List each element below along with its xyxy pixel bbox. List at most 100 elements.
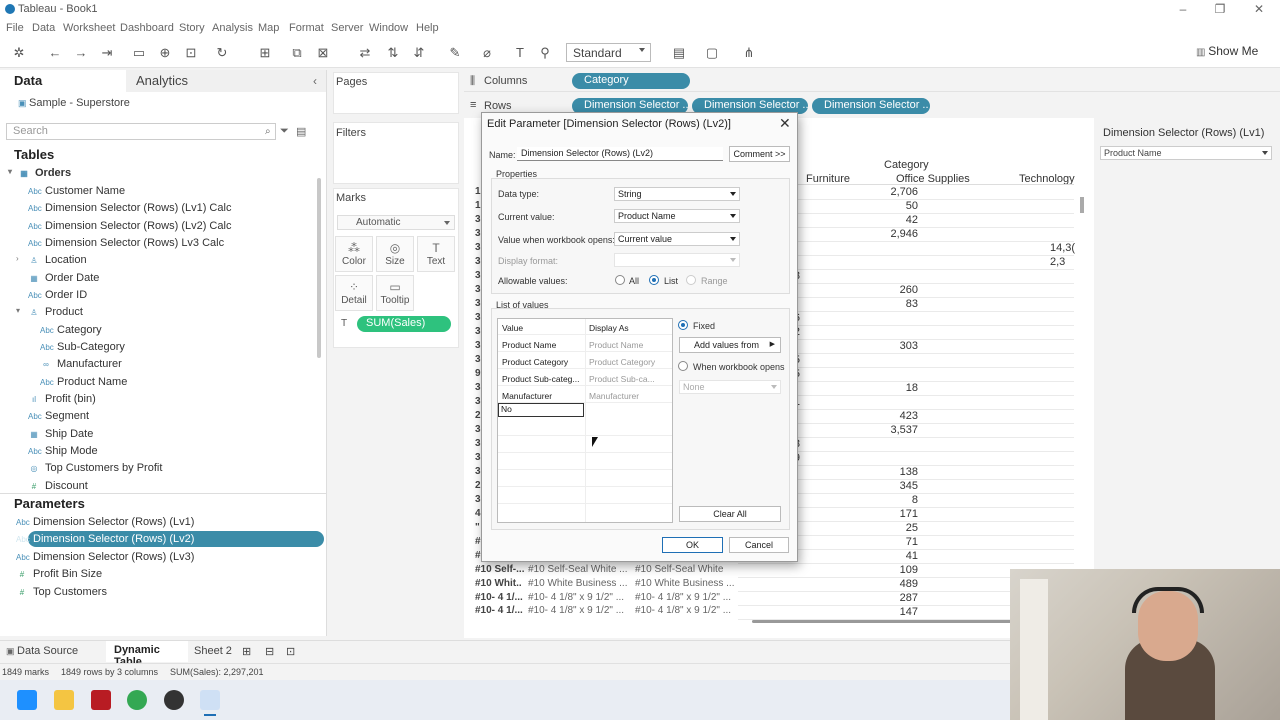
param-top-customers[interactable]: # Top Customers — [16, 586, 107, 598]
row-label[interactable]: #10- 4 1/... — [475, 605, 523, 614]
cancel-button[interactable]: Cancel — [729, 537, 789, 553]
row-header-stub[interactable]: 3 — [475, 424, 481, 435]
view-cell[interactable]: 14,3( — [1050, 242, 1094, 254]
comment-button[interactable]: Comment >> — [729, 146, 790, 162]
row-header-stub[interactable]: 3 — [475, 284, 481, 295]
data-type-dropdown[interactable]: String — [614, 187, 740, 201]
undo-icon[interactable]: ← — [48, 46, 62, 60]
view-cell[interactable]: 138 — [868, 466, 918, 478]
field-profit-bin[interactable]: ıl Profit (bin) — [28, 393, 96, 405]
parameter-control-dropdown[interactable]: Product Name — [1100, 146, 1272, 160]
view-cell[interactable]: 8 — [868, 494, 918, 506]
row-header-stub[interactable]: 3 — [475, 270, 481, 281]
new-story-tab-icon[interactable]: ⊡ — [286, 645, 295, 658]
field-location[interactable]: › ♙ Location — [16, 254, 87, 266]
collapse-arrow-icon[interactable]: ▾ — [16, 306, 20, 315]
menu-window[interactable]: Window — [369, 22, 408, 34]
view-cell[interactable]: 171 — [868, 508, 918, 520]
field-order-date[interactable]: ▦ Order Date — [28, 272, 99, 284]
rows-pill-lv3[interactable]: Dimension Selector .. — [812, 98, 930, 114]
field-product-name[interactable]: Abc Product Name — [40, 376, 127, 388]
row-header-stub[interactable]: 3 — [475, 354, 481, 365]
color-button[interactable]: ⁂ Color — [335, 236, 373, 272]
new-dashboard-tab-icon[interactable]: ⊟ — [265, 645, 274, 658]
list-item[interactable]: Product Name Product Name — [498, 336, 672, 352]
view-cell[interactable]: 18 — [868, 382, 918, 394]
sort-descending-icon[interactable]: ⇵ — [412, 46, 426, 60]
labels-icon[interactable]: T — [513, 46, 527, 60]
row-label[interactable]: #10 Self-... — [475, 564, 524, 575]
tableau-logo-icon[interactable]: ✲ — [12, 46, 26, 60]
datasource-item[interactable]: ▣ Sample - Superstore — [18, 97, 130, 109]
red-app-icon[interactable] — [91, 690, 111, 710]
menu-server[interactable]: Server — [331, 22, 363, 34]
view-cell[interactable]: 260 — [868, 284, 918, 296]
list-item-display[interactable]: Product Name — [589, 340, 643, 350]
row-header-stub[interactable]: " — [475, 522, 480, 533]
view-cell[interactable]: 25 — [868, 522, 918, 534]
row-header-stub[interactable]: 3 — [475, 438, 481, 449]
view-cell[interactable]: 50 — [868, 200, 918, 212]
row-header-stub[interactable]: 3 — [475, 298, 481, 309]
row-header-stub[interactable]: 3 — [475, 452, 481, 463]
tab-sheet-2[interactable]: Sheet 2 — [194, 645, 232, 657]
data-pane-scrollbar[interactable] — [317, 178, 321, 358]
duplicate-icon[interactable]: ⧉ — [290, 46, 304, 60]
ok-button[interactable]: OK — [662, 537, 723, 553]
view-cell[interactable]: 147 — [868, 606, 918, 618]
row-header-stub[interactable]: 2 — [475, 480, 481, 491]
menu-story[interactable]: Story — [179, 22, 205, 34]
view-cell[interactable]: 2,706 — [868, 186, 918, 198]
tab-analytics[interactable]: Analytics — [126, 70, 326, 92]
menu-map[interactable]: Map — [258, 22, 279, 34]
view-cell[interactable]: 2,3 — [1050, 256, 1094, 268]
workbook-opens-dropdown[interactable]: Current value — [614, 232, 740, 246]
list-item-value[interactable]: Product Sub-categ... — [502, 374, 580, 384]
list-item[interactable]: Manufacturer Manufacturer — [498, 387, 672, 403]
tab-data-source[interactable]: ▣ Data Source — [6, 645, 78, 657]
view-cell[interactable]: 303 — [868, 340, 918, 352]
view-cell[interactable]: 489 — [868, 578, 918, 590]
row-label[interactable]: #10 White Business ... — [635, 578, 735, 589]
new-value-input[interactable]: No — [498, 403, 584, 417]
menu-worksheet[interactable]: Worksheet — [63, 22, 115, 34]
tableau-taskbar-icon[interactable] — [200, 690, 220, 710]
row-label[interactable]: #10 Whit.. — [475, 578, 522, 589]
row-header-stub[interactable]: 3 — [475, 466, 481, 477]
size-button[interactable]: ◎ Size — [376, 236, 414, 272]
field-ship-date[interactable]: ▦ Ship Date — [28, 428, 93, 440]
new-datasource-icon[interactable]: ⊕ — [158, 46, 172, 60]
row-header-stub[interactable]: 3 — [475, 256, 481, 267]
columns-shelf[interactable]: ⫼ Columns Category — [464, 70, 1280, 92]
table-orders[interactable]: ▾ ▦ Orders — [8, 167, 71, 179]
sum-sales-pill[interactable]: SUM(Sales) — [357, 316, 451, 332]
field-order-id[interactable]: Abc Order ID — [28, 289, 87, 301]
collapse-pane-icon[interactable]: ‹ — [313, 74, 317, 88]
tab-dynamic-table[interactable]: Dynamic Table — [106, 641, 188, 668]
param-dim-selector-lv2[interactable]: Abc Dimension Selector (Rows) (Lv2) — [16, 533, 194, 545]
param-dim-selector-lv3[interactable]: Abc Dimension Selector (Rows) (Lv3) — [16, 551, 194, 563]
file-explorer-icon[interactable] — [54, 690, 74, 710]
sort-ascending-icon[interactable]: ⇅ — [386, 46, 400, 60]
list-item[interactable]: Product Sub-categ... Product Sub-ca... — [498, 370, 672, 386]
menu-file[interactable]: File — [6, 22, 24, 34]
list-item-value[interactable]: Product Name — [502, 340, 556, 350]
row-header-stub[interactable]: 3 — [475, 228, 481, 239]
row-header-stub[interactable]: 3 — [475, 340, 481, 351]
filter-icon[interactable]: ⏷ — [280, 125, 289, 138]
close-icon[interactable]: ✕ — [779, 115, 791, 132]
pin-icon[interactable]: ⚲ — [538, 46, 552, 60]
row-header-stub[interactable]: # — [475, 550, 481, 561]
radio-list[interactable] — [649, 275, 659, 285]
list-item-value[interactable]: Product Category — [502, 357, 568, 367]
name-field[interactable]: Dimension Selector (Rows) (Lv2) — [517, 147, 723, 161]
row-label[interactable]: #10 White Business ... — [528, 578, 628, 589]
presentation-icon[interactable]: ▢ — [705, 46, 719, 60]
mark-type-dropdown[interactable]: Automatic — [337, 215, 455, 230]
row-header-stub[interactable]: 3 — [475, 214, 481, 225]
minimize-icon[interactable]: – — [1176, 2, 1190, 16]
field-segment[interactable]: Abc Segment — [28, 410, 89, 422]
row-header-stub[interactable]: 9 — [475, 368, 481, 379]
radio-fixed[interactable] — [678, 320, 688, 330]
radio-all[interactable] — [615, 275, 625, 285]
